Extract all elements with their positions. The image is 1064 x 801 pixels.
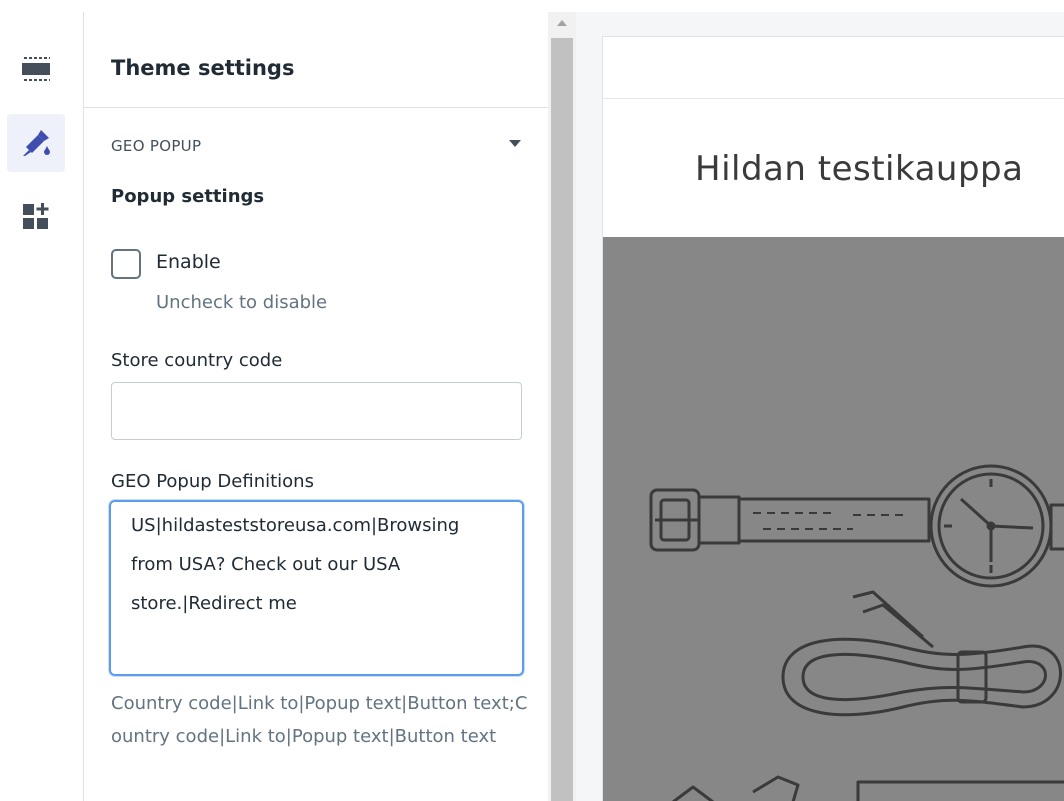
sections-icon [22,57,50,81]
geo-popup-definitions-label: GEO Popup Definitions [111,471,314,492]
geo-popup-definitions-textarea[interactable]: US|hildasteststoreusa.com|Browsing from … [109,500,524,676]
enable-label[interactable]: Enable [156,251,221,273]
caret-down-icon [509,140,521,147]
theme-settings-panel: Theme settings GEO POPUP Popup settings … [83,12,548,801]
scrollbar-thumb[interactable] [551,38,573,801]
add-apps-icon [23,203,49,229]
geo-popup-section-toggle[interactable]: GEO POPUP [111,136,521,160]
add-apps-nav-button[interactable] [7,187,65,245]
store-preview-frame[interactable]: Hildan testikauppa [602,36,1064,801]
panel-header: Theme settings [84,12,548,108]
sections-nav-button[interactable] [7,40,65,98]
popup-settings-heading: Popup settings [111,186,265,207]
enable-help-text: Uncheck to disable [156,292,328,313]
theme-settings-nav-button[interactable] [7,114,65,172]
panel-scrollbar[interactable] [548,12,576,801]
accessories-illustration [649,464,1064,801]
store-country-code-input[interactable] [111,382,522,440]
store-name[interactable]: Hildan testikauppa [695,149,1023,189]
panel-title: Theme settings [111,56,295,80]
hero-image [603,237,1064,801]
scroll-up-arrow-icon[interactable] [557,20,567,26]
announcement-bar [603,37,1064,99]
definitions-help-text: Country code|Link to|Popup text|Button t… [111,693,528,747]
store-country-code-label: Store country code [111,350,283,371]
left-nav-rail [0,0,82,801]
theme-settings-brush-icon [23,130,50,156]
section-label: GEO POPUP [111,137,202,155]
enable-checkbox[interactable] [111,249,141,279]
